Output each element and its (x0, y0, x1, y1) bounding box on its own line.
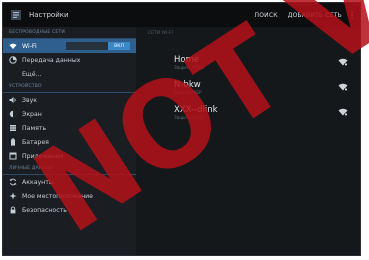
settings-app-icon[interactable] (9, 8, 23, 22)
sidebar-item-label: Безопасность (22, 206, 67, 214)
sidebar-item-location[interactable]: Мое местоположение (3, 189, 136, 203)
action-bar: Настройки ПОИСК ДОБАВИТЬ СЕТЬ (3, 3, 360, 27)
toggle-on-label: ВКЛ (108, 42, 130, 50)
sidebar-item-accounts[interactable]: Аккаунты (3, 175, 136, 189)
sound-icon (9, 96, 17, 104)
battery-icon (9, 138, 17, 146)
section-header-wireless: БЕСПРОВОДНЫЕ СЕТИ (3, 27, 136, 39)
wifi-signal-lock-icon (338, 83, 348, 91)
network-status: Защита WEP (174, 90, 202, 95)
sidebar-item-label: Экран (22, 110, 42, 118)
sidebar-item-label: Передача данных (22, 56, 81, 64)
network-item-n-bkw[interactable]: N-bkw Защита WEP (174, 80, 352, 102)
lock-icon (9, 206, 17, 214)
toggle-off-area (66, 42, 108, 50)
sidebar-item-security[interactable]: Безопасность (3, 203, 136, 217)
settings-sidebar: БЕСПРОВОДНЫЕ СЕТИ Wi-Fi ВКЛ Передача дан… (3, 27, 136, 255)
network-name: N-bkw (174, 80, 201, 90)
page-title: Настройки (29, 11, 69, 19)
sidebar-item-label: Ещё... (22, 70, 42, 78)
sidebar-item-storage[interactable]: Память (3, 121, 136, 135)
sidebar-item-apps[interactable]: Приложения (3, 149, 136, 163)
wifi-icon (9, 42, 17, 50)
networks-header: СЕТИ Wi-Fi (148, 30, 173, 36)
sidebar-item-wifi[interactable]: Wi-Fi ВКЛ (3, 39, 136, 53)
sidebar-item-label: Приложения (22, 152, 64, 160)
overflow-menu-icon[interactable] (350, 10, 354, 20)
search-button[interactable]: ПОИСК (253, 10, 280, 21)
network-item-home[interactable]: Home Защита WPA2 (174, 55, 352, 77)
wifi-signal-lock-icon (338, 58, 348, 66)
settings-window: Настройки ПОИСК ДОБАВИТЬ СЕТЬ БЕСПРОВОДН… (2, 2, 361, 256)
data-usage-icon (9, 56, 17, 64)
location-icon (9, 192, 17, 200)
network-name: Home (174, 55, 200, 65)
sidebar-item-label: Звук (22, 96, 38, 104)
sidebar-item-label: Аккаунты (22, 178, 54, 186)
sidebar-item-label: Мое местоположение (22, 192, 93, 200)
apps-icon (9, 152, 17, 160)
sidebar-item-label: Память (22, 124, 47, 132)
sidebar-item-label: Батарея (22, 138, 49, 146)
wifi-toggle[interactable]: ВКЛ (66, 42, 130, 50)
display-icon (9, 110, 17, 118)
sidebar-item-more[interactable]: Ещё... (3, 67, 136, 81)
storage-icon (9, 124, 17, 132)
section-header-personal: ЛИЧНЫЕ ДАННЫЕ (3, 163, 136, 175)
sidebar-item-battery[interactable]: Батарея (3, 135, 136, 149)
add-network-button[interactable]: ДОБАВИТЬ СЕТЬ (286, 10, 344, 21)
sidebar-item-label: Wi-Fi (22, 42, 37, 50)
network-status: Защита WPA2 (174, 65, 205, 70)
network-name: XXX--dlink (174, 105, 218, 115)
sidebar-item-sound[interactable]: Звук (3, 93, 136, 107)
network-status: Защита WPA2 (174, 115, 205, 120)
section-header-device: УСТРОЙСТВО (3, 81, 136, 93)
wifi-networks-panel: СЕТИ Wi-Fi Home Защита WPA2 N-bkw Защита… (136, 27, 360, 255)
wifi-signal-lock-icon (338, 108, 348, 116)
sidebar-item-display[interactable]: Экран (3, 107, 136, 121)
sidebar-item-data-usage[interactable]: Передача данных (3, 53, 136, 67)
sync-icon (9, 178, 17, 186)
network-item-xxx-dlink[interactable]: XXX--dlink Защита WPA2 (174, 105, 352, 127)
